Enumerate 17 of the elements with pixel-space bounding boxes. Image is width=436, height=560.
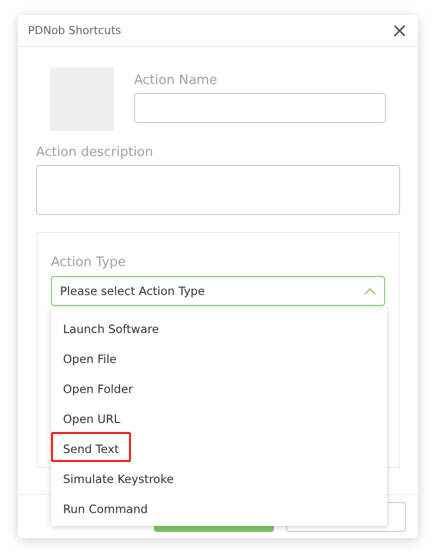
menu-item[interactable]: Send Text [51, 432, 131, 462]
field-label: Action Type [51, 255, 126, 270]
field-label: Action description [36, 145, 154, 160]
menu-item[interactable]: Simulate Keystroke [51, 462, 186, 492]
input-field[interactable] [134, 93, 386, 123]
close-button[interactable]: × [391, 20, 408, 42]
menu-item[interactable]: Open Folder [51, 372, 145, 402]
field-label: Action Name [134, 73, 218, 88]
menu-item[interactable]: Open URL [51, 402, 132, 432]
window-title: PDNob Shortcuts [28, 24, 122, 37]
placeholder-text: Please select Action Type [60, 284, 205, 298]
input-field[interactable] [36, 165, 400, 215]
menu-item[interactable]: Open File [51, 342, 129, 372]
menu-item[interactable]: Launch Software [51, 312, 171, 342]
chevron-icon [364, 288, 376, 294]
select-field[interactable]: Please select Action Type [51, 276, 385, 306]
menu-item[interactable]: Run Command [51, 492, 160, 522]
